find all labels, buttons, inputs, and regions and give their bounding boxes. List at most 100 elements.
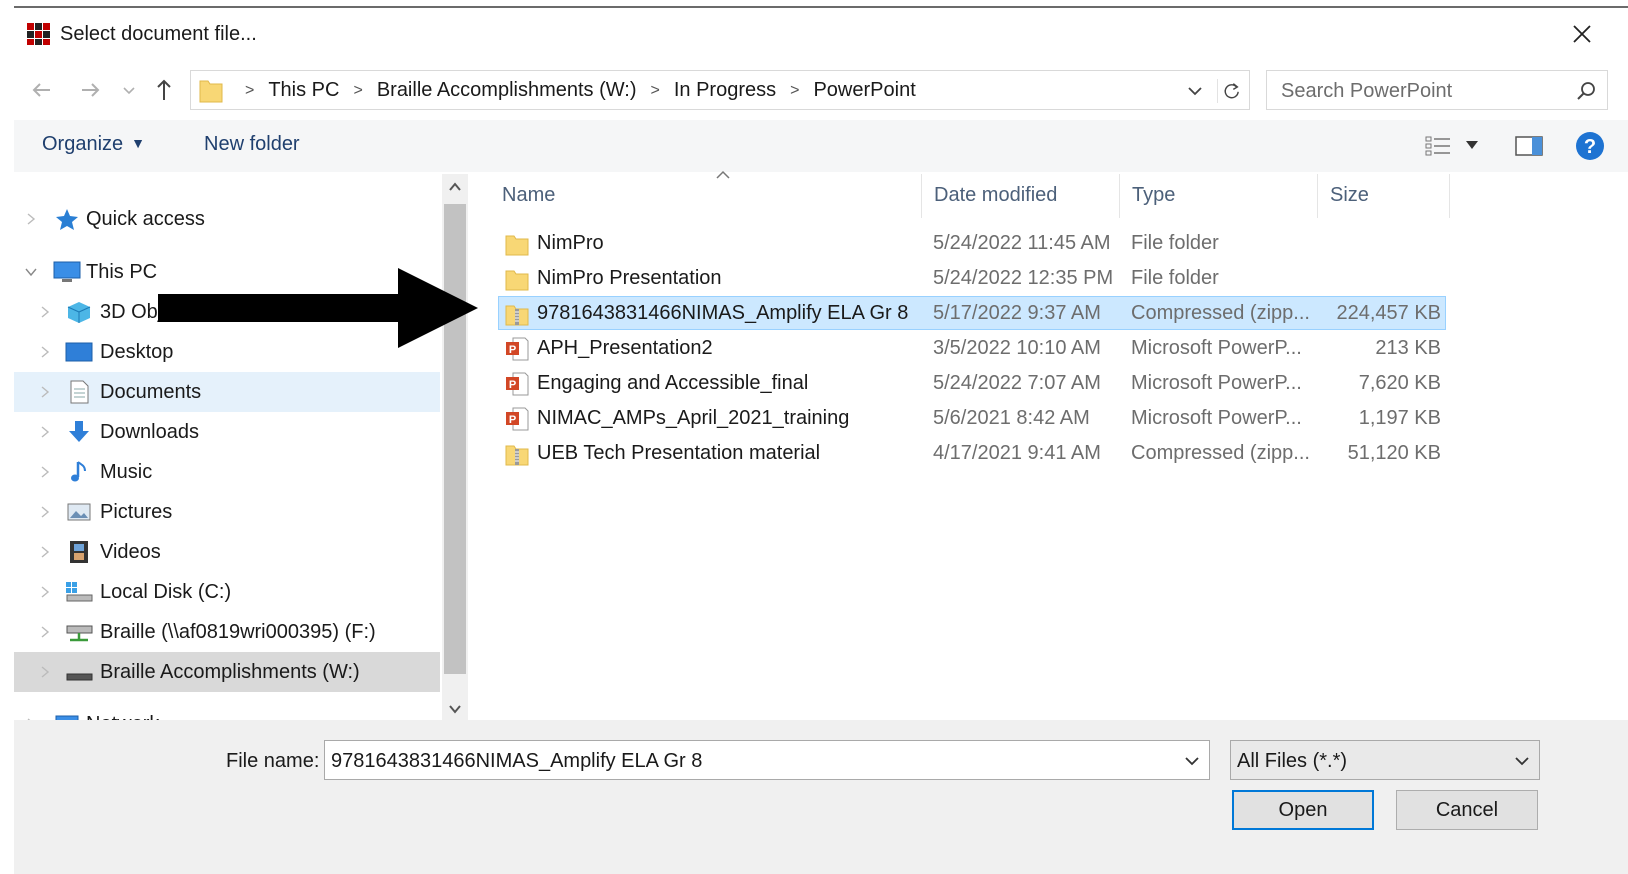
nav-label: This PC bbox=[86, 261, 158, 283]
file-row[interactable]: P NIMAC_AMPs_April_2021_training 5/6/2021 … bbox=[498, 401, 1446, 435]
app-logo-icon bbox=[27, 23, 50, 45]
file-name-cell: Engaging and Accessible_final bbox=[537, 372, 809, 394]
file-row[interactable]: UEB Tech Presentation material 4/17/2021 … bbox=[498, 436, 1446, 470]
chevron-right-icon[interactable] bbox=[38, 344, 52, 360]
nav-item-braille-network-drive[interactable]: Braille (\\af0819wri000395) (F:) bbox=[14, 612, 440, 652]
file-name-cell: 9781643831466NIMAS_Amplify ELA Gr 8 bbox=[537, 302, 909, 324]
chevron-right-icon[interactable] bbox=[38, 504, 52, 520]
nav-item-music[interactable]: Music bbox=[14, 452, 440, 492]
file-row[interactable]: NimPro Presentation 5/24/2022 12:35 PM Fil… bbox=[498, 261, 1446, 295]
breadcrumb-item-drive[interactable]: Braille Accomplishments (W:) bbox=[377, 79, 637, 102]
back-arrow-icon[interactable] bbox=[28, 76, 56, 104]
chevron-down-icon[interactable] bbox=[24, 264, 38, 280]
breadcrumb-separator-icon[interactable]: > bbox=[353, 82, 362, 100]
nav-label: Braille Accomplishments (W:) bbox=[100, 661, 360, 683]
file-row[interactable]: NimPro 5/24/2022 11:45 AM File folder bbox=[498, 226, 1446, 260]
breadcrumb-item-this-pc[interactable]: This PC bbox=[268, 79, 339, 102]
help-icon[interactable]: ? bbox=[1574, 130, 1606, 162]
address-row: > This PC > Braille Accomplishments (W:)… bbox=[14, 68, 1628, 114]
caret-down-icon: ▼ bbox=[131, 135, 146, 151]
organize-menu-button[interactable]: Organize ▼ bbox=[42, 133, 145, 156]
file-date-cell: 5/24/2022 11:45 AM bbox=[933, 232, 1111, 254]
nav-item-videos[interactable]: Videos bbox=[14, 532, 440, 572]
up-arrow-icon[interactable] bbox=[150, 76, 178, 104]
folder-icon bbox=[505, 235, 529, 256]
chevron-right-icon[interactable] bbox=[38, 304, 52, 320]
file-date-cell: 5/24/2022 12:35 PM bbox=[933, 267, 1114, 289]
scroll-down-icon[interactable] bbox=[446, 700, 464, 718]
breadcrumb-item-powerpoint[interactable]: PowerPoint bbox=[813, 79, 915, 102]
nav-item-pictures[interactable]: Pictures bbox=[14, 492, 440, 532]
file-row[interactable]: P Engaging and Accessible_final 5/24/2022 … bbox=[498, 366, 1446, 400]
nav-item-local-disk[interactable]: Local Disk (C:) bbox=[14, 572, 440, 612]
column-header-date-modified[interactable]: Date modified bbox=[922, 174, 1120, 218]
column-header-type[interactable]: Type bbox=[1120, 174, 1318, 218]
annotation-arrow-icon bbox=[158, 268, 478, 348]
file-size-cell: 1,197 KB bbox=[1358, 407, 1441, 429]
chevron-right-icon[interactable] bbox=[38, 464, 52, 480]
drive-icon bbox=[66, 673, 93, 681]
address-bar[interactable]: > This PC > Braille Accomplishments (W:)… bbox=[190, 70, 1250, 110]
file-type-cell: File folder bbox=[1131, 267, 1219, 289]
column-header-size[interactable]: Size bbox=[1318, 174, 1450, 218]
open-button[interactable]: Open bbox=[1232, 790, 1374, 830]
view-options-icon[interactable] bbox=[1424, 134, 1452, 158]
nav-label: Documents bbox=[100, 381, 202, 403]
zip-folder-icon bbox=[505, 305, 529, 326]
file-row[interactable]: P APH_Presentation2 3/5/2022 10:10 AM Micro… bbox=[498, 331, 1446, 365]
file-name-cell: APH_Presentation2 bbox=[537, 337, 713, 359]
view-caret-down-icon[interactable] bbox=[1464, 138, 1480, 152]
file-type-filter-select[interactable]: All Files (*.*) bbox=[1230, 740, 1540, 780]
chevron-right-icon[interactable] bbox=[38, 664, 52, 680]
nav-item-downloads[interactable]: Downloads bbox=[14, 412, 440, 452]
breadcrumb-separator-icon[interactable]: > bbox=[790, 82, 799, 100]
svg-text:P: P bbox=[509, 344, 516, 356]
file-name-cell: NIMAC_AMPs_April_2021_training bbox=[537, 407, 850, 429]
folder-icon bbox=[199, 80, 223, 103]
file-name-cell: NimPro bbox=[537, 232, 604, 254]
music-note-icon bbox=[71, 461, 86, 482]
chevron-down-icon[interactable] bbox=[1513, 753, 1531, 769]
nav-label: Local Disk (C:) bbox=[100, 581, 232, 603]
nav-item-documents[interactable]: Documents bbox=[14, 372, 440, 412]
breadcrumb-item-in-progress[interactable]: In Progress bbox=[674, 79, 776, 102]
file-date-cell: 5/17/2022 9:37 AM bbox=[933, 302, 1101, 324]
preview-pane-icon[interactable] bbox=[1514, 134, 1544, 158]
recent-locations-chevron-icon[interactable] bbox=[120, 76, 138, 104]
chevron-right-icon[interactable] bbox=[38, 544, 52, 560]
star-icon bbox=[56, 209, 78, 230]
nav-item-braille-accomplishments[interactable]: Braille Accomplishments (W:) bbox=[14, 652, 440, 692]
nav-item-quick-access[interactable]: Quick access bbox=[14, 199, 440, 239]
refresh-icon[interactable] bbox=[1217, 79, 1243, 103]
file-name-label: File name: bbox=[226, 750, 320, 772]
desktop-icon bbox=[65, 342, 93, 362]
search-icon[interactable] bbox=[1575, 80, 1597, 102]
chevron-right-icon[interactable] bbox=[38, 584, 52, 600]
column-header-name[interactable]: Name bbox=[490, 170, 922, 218]
chevron-right-icon[interactable] bbox=[38, 624, 52, 640]
nav-label: Videos bbox=[100, 541, 161, 563]
column-header-label: Type bbox=[1132, 184, 1176, 206]
navigation-pane-scrollbar[interactable] bbox=[442, 174, 468, 724]
forward-arrow-icon[interactable] bbox=[76, 76, 104, 104]
search-input[interactable]: Search PowerPoint bbox=[1266, 70, 1608, 110]
file-name-cell: UEB Tech Presentation material bbox=[537, 442, 821, 464]
download-arrow-icon bbox=[69, 421, 89, 442]
file-date-cell: 4/17/2021 9:41 AM bbox=[933, 442, 1101, 464]
svg-text:P: P bbox=[509, 414, 516, 426]
file-name-input[interactable]: 9781643831466NIMAS_Amplify ELA Gr 8 bbox=[324, 740, 1210, 780]
file-row[interactable]: 9781643831466NIMAS_Amplify ELA Gr 8 5/17/… bbox=[498, 296, 1446, 330]
computer-icon bbox=[53, 261, 81, 282]
chevron-right-icon[interactable] bbox=[38, 384, 52, 400]
cancel-button[interactable]: Cancel bbox=[1396, 790, 1538, 830]
chevron-right-icon[interactable] bbox=[24, 211, 38, 227]
column-header-label: Date modified bbox=[934, 184, 1058, 206]
address-history-chevron-icon[interactable] bbox=[1185, 81, 1205, 101]
new-folder-button[interactable]: New folder bbox=[204, 133, 300, 156]
command-bar: Organize ▼ New folder ? bbox=[14, 120, 1628, 172]
chevron-down-icon[interactable] bbox=[1183, 753, 1201, 769]
close-icon[interactable] bbox=[1570, 22, 1594, 46]
chevron-right-icon[interactable] bbox=[38, 424, 52, 440]
scroll-up-icon[interactable] bbox=[446, 178, 464, 196]
breadcrumb-separator-icon[interactable]: > bbox=[651, 82, 660, 100]
